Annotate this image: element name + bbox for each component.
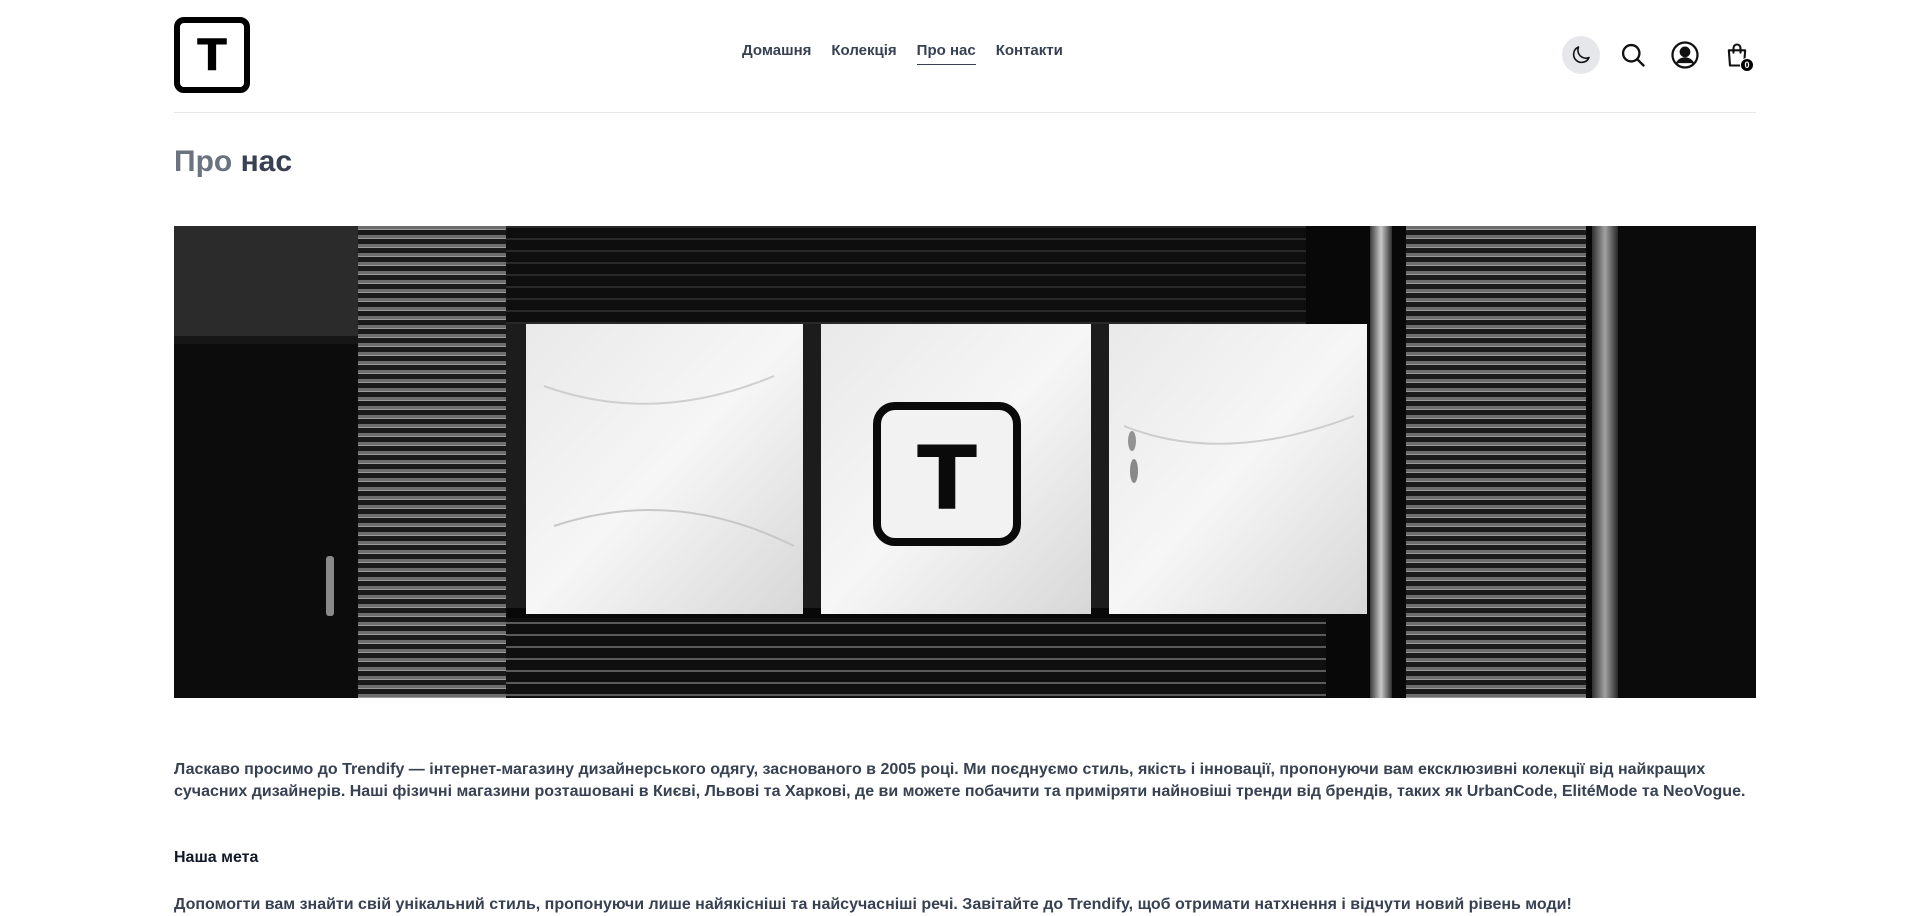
account-button[interactable] (1666, 36, 1704, 74)
site-header: T Домашня Колекція Про нас Контакти 0 (174, 0, 1756, 113)
intro-paragraph: Ласкаво просимо до Trendify — інтернет-м… (174, 761, 1746, 800)
logo-letter: T (196, 30, 227, 81)
search-button[interactable] (1614, 36, 1652, 74)
sign-letter: T (917, 427, 977, 530)
storefront-photo: T (174, 226, 1756, 698)
nav-item-contacts[interactable]: Контакти (996, 42, 1063, 65)
header-actions: 0 (1562, 36, 1756, 74)
nav-item-home[interactable]: Домашня (742, 42, 811, 65)
goal-heading: Наша мета (174, 849, 259, 866)
cart-button[interactable]: 0 (1718, 36, 1756, 74)
user-icon (1671, 41, 1699, 69)
main-nav: Домашня Колекція Про нас Контакти (742, 42, 1063, 65)
goal-paragraph: Допомогти вам знайти свій унікальний сти… (174, 896, 1572, 913)
search-icon (1621, 43, 1645, 67)
page-title: Про нас (174, 144, 292, 180)
hero-image: T (174, 226, 1756, 698)
site-logo[interactable]: T (174, 17, 250, 93)
page-title-part1: Про (174, 145, 233, 178)
nav-item-collection[interactable]: Колекція (831, 42, 896, 65)
moon-icon (1572, 46, 1590, 64)
cart-count-badge: 0 (1740, 58, 1754, 72)
nav-item-about[interactable]: Про нас (916, 42, 976, 65)
theme-toggle-button[interactable] (1562, 36, 1600, 74)
page-title-part2: нас (240, 145, 293, 178)
